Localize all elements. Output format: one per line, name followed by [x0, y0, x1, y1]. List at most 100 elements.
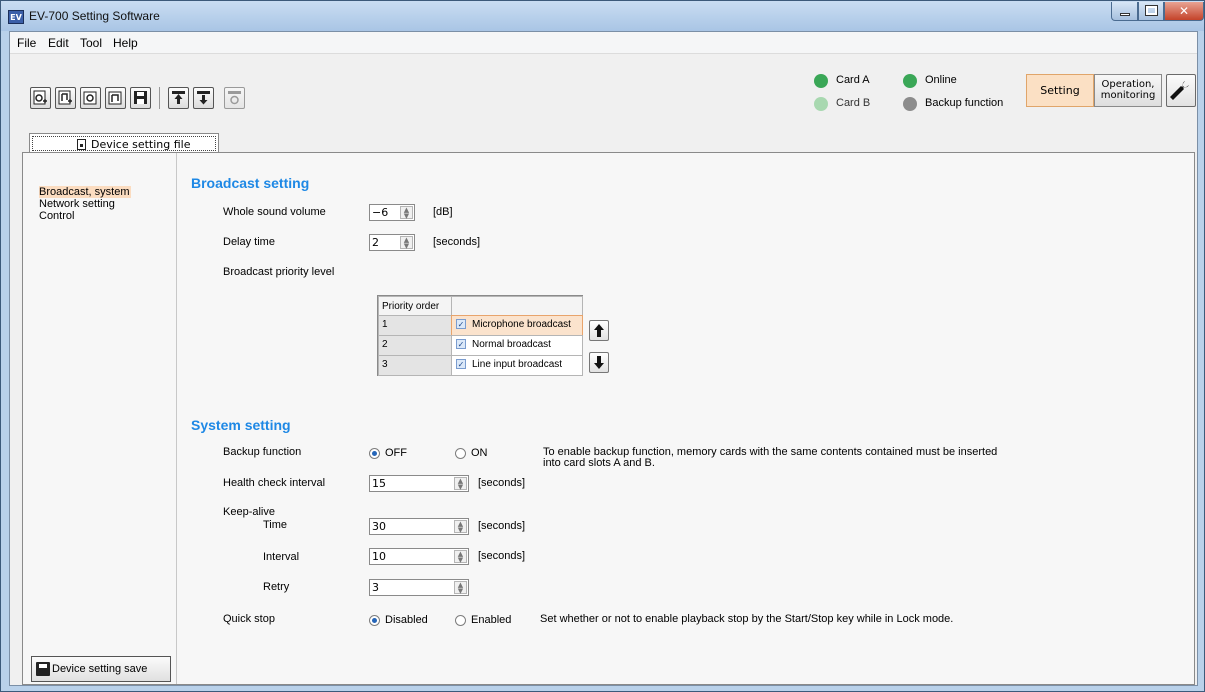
spin-arrows-icon[interactable]: ▲ ▼ [454, 477, 467, 491]
toolbar-separator [159, 87, 160, 109]
spin-arrows-icon[interactable]: ▲ ▼ [454, 550, 467, 564]
whole-sound-volume-stepper[interactable]: −6 ▲ ▼ [369, 204, 415, 221]
backup-on-label[interactable]: ON [471, 447, 488, 459]
backup-on-radio[interactable] [455, 448, 466, 459]
priority-order-1: 1 [378, 315, 452, 336]
quick-stop-disabled-radio[interactable] [369, 615, 380, 626]
status-online-label: Online [925, 74, 957, 86]
device-setting-save-label: Device setting save [52, 663, 148, 675]
status-backup: Backup function [903, 97, 1013, 111]
delay-time-label: Delay time [223, 236, 275, 248]
quick-stop-enabled-label[interactable]: Enabled [471, 614, 511, 626]
delay-time-unit: [seconds] [433, 236, 481, 248]
status-card-a: Card A [814, 74, 894, 88]
operation-monitoring-button[interactable]: Operation, monitoring [1094, 74, 1162, 107]
quick-stop-disabled-label[interactable]: Disabled [385, 614, 428, 626]
health-check-label: Health check interval [223, 477, 326, 489]
delay-time-stepper[interactable]: 2 ▲ ▼ [369, 234, 415, 251]
checkbox[interactable]: ✓ [456, 319, 466, 329]
status-card-a-label: Card A [836, 74, 870, 86]
whole-sound-volume-label: Whole sound volume [223, 206, 326, 218]
wrench-icon [1170, 81, 1189, 100]
backup-off-radio[interactable] [369, 448, 380, 459]
device-setting-save-button[interactable]: Device setting save [31, 656, 171, 682]
spin-arrows-icon[interactable]: ▲ ▼ [400, 236, 413, 250]
sidebar-item-broadcast-system[interactable]: Broadcast, system [39, 186, 132, 198]
tab-focus-outline: Device setting file [32, 136, 216, 151]
menu-tool[interactable]: Tool [80, 36, 102, 50]
quick-stop-label: Quick stop [223, 613, 275, 625]
title-bar[interactable]: EV EV-700 Setting Software ✕ [1, 1, 1204, 31]
health-check-stepper[interactable]: 15 ▲ ▼ [369, 475, 469, 492]
arrow-up-icon [594, 324, 604, 337]
new-sound-file-button[interactable] [55, 87, 76, 109]
checkbox[interactable]: ✓ [456, 339, 466, 349]
whole-sound-volume-value: −6 [372, 206, 389, 219]
open-device-file-button[interactable] [80, 87, 101, 109]
backup-off-label[interactable]: OFF [385, 447, 407, 459]
minimize-button[interactable] [1111, 2, 1138, 21]
priority-order-2: 2 [378, 335, 452, 356]
sidebar-item-control[interactable]: Control [39, 210, 74, 222]
check-icon [903, 74, 917, 88]
spin-arrows-icon[interactable]: ▲ ▼ [400, 206, 413, 220]
keep-alive-retry-value: 3 [372, 581, 379, 594]
menu-help[interactable]: Help [113, 36, 138, 50]
file-icon [77, 139, 86, 150]
move-down-button[interactable] [589, 352, 609, 373]
keep-alive-retry-stepper[interactable]: 3 ▲ ▼ [369, 579, 469, 596]
close-icon: ✕ [1178, 4, 1190, 18]
reset-icon [228, 91, 241, 105]
spin-arrows-icon[interactable]: ▲ ▼ [454, 581, 467, 595]
menu-file[interactable]: File [17, 36, 36, 50]
maximize-button[interactable] [1138, 2, 1164, 21]
priority-row-normal[interactable]: ✓ Normal broadcast [451, 335, 583, 356]
priority-header-name [451, 296, 583, 316]
spin-arrows-icon[interactable]: ▲ ▼ [454, 520, 467, 534]
status-card-b: Card B [814, 97, 894, 111]
app-window: EV EV-700 Setting Software ✕ File Edit T… [0, 0, 1205, 692]
open-device-file-icon [83, 91, 97, 105]
system-setting-title: System setting [191, 417, 291, 433]
keep-alive-retry-label: Retry [263, 581, 290, 593]
keep-alive-interval-value: 10 [372, 550, 386, 563]
menu-edit[interactable]: Edit [48, 36, 69, 50]
new-device-file-button[interactable] [30, 87, 51, 109]
check-icon [814, 74, 828, 88]
client-area: File Edit Tool Help Card A Card B Online… [9, 31, 1198, 686]
save-button[interactable] [130, 87, 151, 109]
sidebar: Broadcast, system Network setting Contro… [23, 153, 177, 684]
setting-mode-button[interactable]: Setting [1026, 74, 1094, 107]
delay-time-value: 2 [372, 236, 379, 249]
upload-button[interactable] [168, 87, 189, 109]
reset-button[interactable] [224, 87, 245, 109]
status-online: Online [903, 74, 983, 88]
tab-device-setting-file[interactable]: Device setting file [29, 133, 219, 152]
minimize-icon [1120, 13, 1130, 16]
open-sound-file-button[interactable] [105, 87, 126, 109]
close-button[interactable]: ✕ [1164, 2, 1204, 21]
tools-button[interactable] [1166, 74, 1196, 107]
priority-row-line-input[interactable]: ✓ Line input broadcast [451, 355, 583, 376]
checkbox[interactable]: ✓ [456, 359, 466, 369]
keep-alive-time-stepper[interactable]: 30 ▲ ▼ [369, 518, 469, 535]
priority-header: Priority order [378, 296, 452, 316]
backup-function-label: Backup function [223, 446, 302, 458]
save-icon [134, 91, 147, 104]
keep-alive-interval-stepper[interactable]: 10 ▲ ▼ [369, 548, 469, 565]
keep-alive-time-label: Time [263, 519, 288, 531]
move-up-button[interactable] [589, 320, 609, 341]
keep-alive-label: Keep-alive [223, 506, 275, 518]
backup-note-line2: into card slots A and B. [543, 457, 655, 469]
download-button[interactable] [193, 87, 214, 109]
health-check-unit: [seconds] [478, 477, 526, 489]
priority-row-microphone[interactable]: ✓ Microphone broadcast [451, 315, 583, 336]
menu-bar: File Edit Tool Help [10, 32, 1197, 54]
open-sound-file-icon [108, 91, 122, 105]
sidebar-item-network-setting[interactable]: Network setting [39, 198, 115, 210]
window-title: EV-700 Setting Software [29, 9, 160, 23]
broadcast-setting-title: Broadcast setting [191, 175, 310, 191]
quick-stop-enabled-radio[interactable] [455, 615, 466, 626]
check-icon [814, 97, 828, 111]
status-card-b-label: Card B [836, 97, 871, 109]
